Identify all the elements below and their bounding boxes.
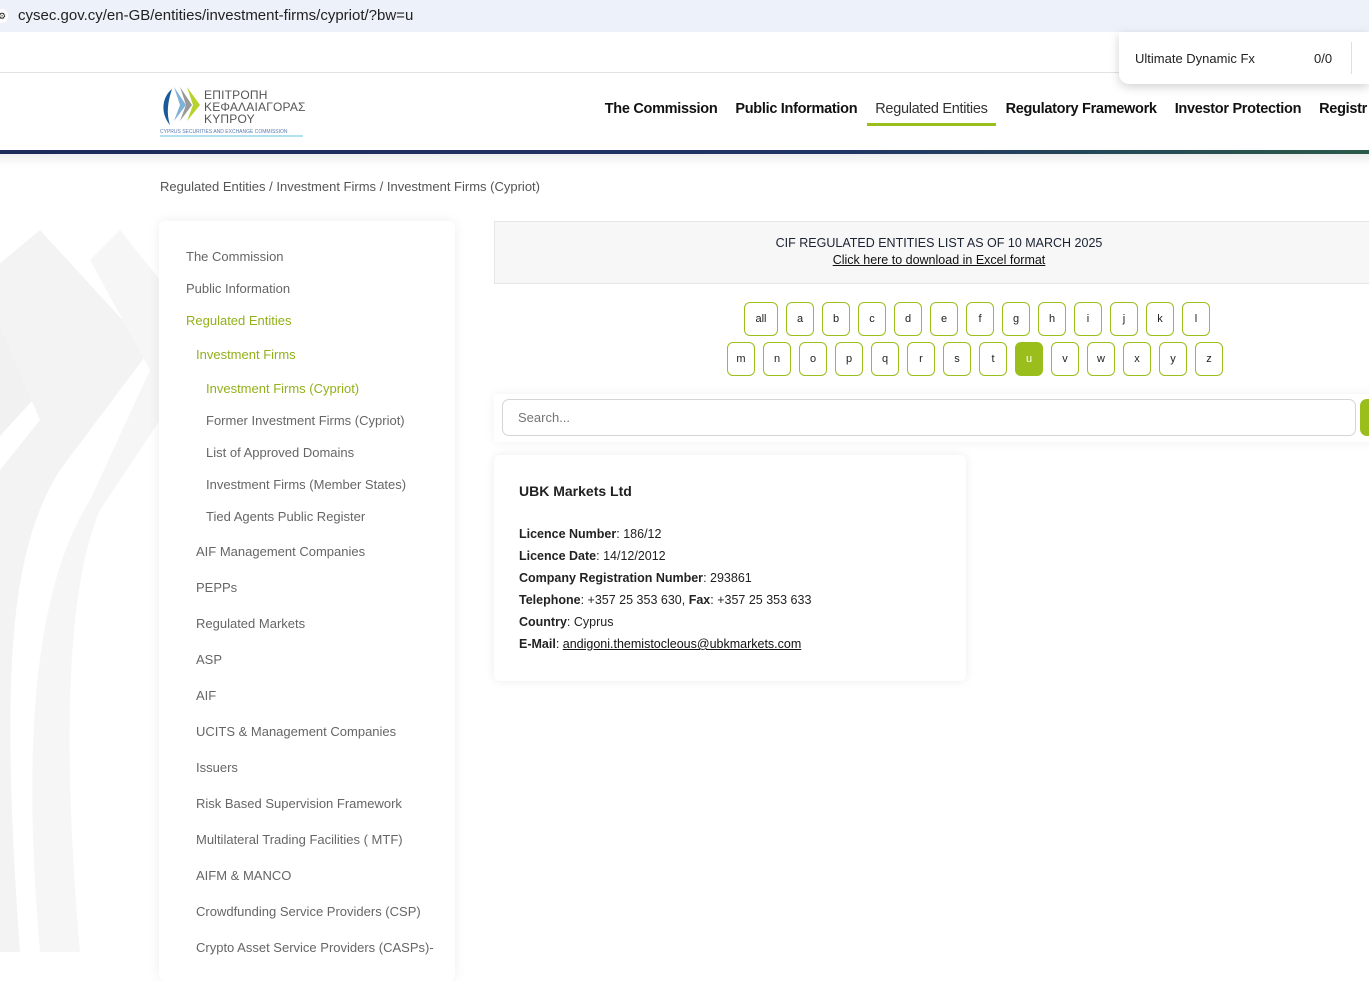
letter-button-h[interactable]: h	[1038, 302, 1066, 336]
letter-button-u[interactable]: u	[1015, 342, 1043, 376]
letter-button-n[interactable]: n	[763, 342, 791, 376]
nav-investor-protection[interactable]: Investor Protection	[1175, 101, 1302, 126]
sidebar-item[interactable]: Public Information	[186, 281, 290, 296]
divider	[1351, 42, 1352, 74]
letter-button-j[interactable]: j	[1110, 302, 1138, 336]
sidebar-item[interactable]: AIFM & MANCO	[196, 868, 291, 883]
licence-number: Licence Number: 186/12	[519, 527, 662, 541]
letter-button-d[interactable]: d	[894, 302, 922, 336]
url-text: cysec.gov.cy/en-GB/entities/investment-f…	[18, 7, 414, 24]
sidebar-item[interactable]: Crowdfunding Service Providers (CSP)	[196, 904, 421, 919]
site-info-icon[interactable]: ⚙	[0, 9, 8, 23]
banner-heading: CIF REGULATED ENTITIES LIST AS OF 10 MAR…	[775, 236, 1103, 250]
licence-date: Licence Date: 14/12/2012	[519, 549, 666, 563]
letter-button-p[interactable]: p	[835, 342, 863, 376]
sidebar-item[interactable]: Risk Based Supervision Framework	[196, 796, 402, 811]
sidebar-item[interactable]: Multilateral Trading Facilities ( MTF)	[196, 832, 403, 847]
sidebar-item[interactable]: Former Investment Firms (Cypriot)	[206, 413, 405, 428]
letter-button-x[interactable]: x	[1123, 342, 1151, 376]
popup-count: 0/0	[1314, 51, 1333, 66]
email-link[interactable]: andigoni.themistocleous@ubkmarkets.com	[563, 637, 802, 651]
excel-download-link[interactable]: Click here to download in Excel format	[495, 253, 1369, 267]
sidebar-item[interactable]: AIF Management Companies	[196, 544, 365, 559]
main-nav: ΕΠΙΤΡΟΠΗ ΚΕΦΑΛΑΙΑΓΟΡΑΣ ΚΥΠΡΟΥ CYPRUS SECUR…	[0, 73, 1369, 150]
nav-the-commission[interactable]: The Commission	[605, 101, 718, 126]
sidebar: The Commission Public Information Regula…	[159, 221, 455, 981]
sidebar-item[interactable]: PEPPs	[196, 580, 237, 595]
breadcrumb: Regulated Entities / Investment Firms / …	[160, 179, 540, 194]
logo-mark-icon	[163, 87, 200, 125]
sidebar-item[interactable]: Issuers	[196, 760, 238, 775]
sidebar-item[interactable]: List of Approved Domains	[206, 445, 354, 460]
nav-regulated-entities[interactable]: Regulated Entities	[867, 101, 996, 126]
sidebar-item[interactable]: AIF	[196, 688, 216, 703]
address-bar[interactable]: ⚙ cysec.gov.cy/en-GB/entities/investment-…	[0, 0, 1369, 32]
search-bar	[494, 394, 1369, 442]
sidebar-item-current[interactable]: Investment Firms (Cypriot)	[206, 381, 359, 396]
letter-button-all[interactable]: all	[744, 302, 778, 336]
letter-button-o[interactable]: o	[799, 342, 827, 376]
letter-button-i[interactable]: i	[1074, 302, 1102, 336]
letter-button-v[interactable]: v	[1051, 342, 1079, 376]
sidebar-item[interactable]: ASP	[196, 652, 222, 667]
nav-regulatory-framework[interactable]: Regulatory Framework	[1006, 101, 1157, 126]
chevron-watermark-icon	[0, 230, 160, 952]
letter-button-q[interactable]: q	[871, 342, 899, 376]
entity-name: UBK Markets Ltd	[519, 483, 632, 499]
nav-public-information[interactable]: Public Information	[735, 101, 857, 126]
list-banner: CIF REGULATED ENTITIES LIST AS OF 10 MAR…	[494, 221, 1369, 284]
sidebar-item[interactable]: Investment Firms (Member States)	[206, 477, 406, 492]
sidebar-item[interactable]: UCITS & Management Companies	[196, 724, 396, 739]
sidebar-item[interactable]: Tied Agents Public Register	[206, 509, 365, 524]
letter-button-s[interactable]: s	[943, 342, 971, 376]
search-button[interactable]	[1360, 399, 1369, 436]
letter-button-g[interactable]: g	[1002, 302, 1030, 336]
letter-button-e[interactable]: e	[930, 302, 958, 336]
email: E-Mail: andigoni.themistocleous@ubkmarke…	[519, 637, 802, 651]
letter-button-w[interactable]: w	[1087, 342, 1115, 376]
letter-filter-row: mnopqrstuvwxyz	[727, 342, 1223, 376]
cysec-logo[interactable]: ΕΠΙΤΡΟΠΗ ΚΕΦΑΛΑΙΑΓΟΡΑΣ ΚΥΠΡΟΥ CYPRUS SECUR…	[160, 85, 310, 141]
letter-button-b[interactable]: b	[822, 302, 850, 336]
letter-button-m[interactable]: m	[727, 342, 755, 376]
top-menu: The Commission Public Information Regula…	[605, 101, 1367, 126]
entity-card: UBK Markets Ltd Licence Number: 186/12 L…	[494, 455, 966, 681]
country: Country: Cyprus	[519, 615, 614, 629]
telephone-fax: Telephone: +357 25 353 630, Fax: +357 25…	[519, 593, 812, 607]
letter-button-t[interactable]: t	[979, 342, 1007, 376]
sidebar-item[interactable]: The Commission	[186, 249, 284, 264]
sidebar-item-active[interactable]: Regulated Entities	[186, 313, 292, 328]
sidebar-item-active[interactable]: Investment Firms	[196, 347, 296, 362]
search-input[interactable]	[502, 399, 1356, 436]
sidebar-item[interactable]: Crypto Asset Service Providers (CASPs)-	[196, 940, 434, 955]
popup-title: Ultimate Dynamic Fx	[1135, 51, 1255, 66]
letter-filter-row: all a b c d e f g h i j k l	[744, 302, 1210, 336]
extension-popup: Ultimate Dynamic Fx 0/0	[1119, 32, 1369, 84]
letter-button-k[interactable]: k	[1146, 302, 1174, 336]
letter-button-f[interactable]: f	[966, 302, 994, 336]
nav-registry[interactable]: Registr	[1319, 101, 1367, 126]
sidebar-item[interactable]: Regulated Markets	[196, 616, 305, 631]
logo-text: ΕΠΙΤΡΟΠΗ ΚΕΦΑΛΑΙΑΓΟΡΑΣ ΚΥΠΡΟΥ	[204, 88, 306, 126]
letter-button-l[interactable]: l	[1182, 302, 1210, 336]
letter-button-z[interactable]: z	[1195, 342, 1223, 376]
letter-button-y[interactable]: y	[1159, 342, 1187, 376]
registration-number: Company Registration Number: 293861	[519, 571, 752, 585]
letter-button-c[interactable]: c	[858, 302, 886, 336]
shadow	[0, 154, 1369, 166]
letter-button-r[interactable]: r	[907, 342, 935, 376]
letter-button-a[interactable]: a	[786, 302, 814, 336]
logo-subtitle: CYPRUS SECURITIES AND EXCHANGE COMMISSIO…	[160, 129, 303, 137]
